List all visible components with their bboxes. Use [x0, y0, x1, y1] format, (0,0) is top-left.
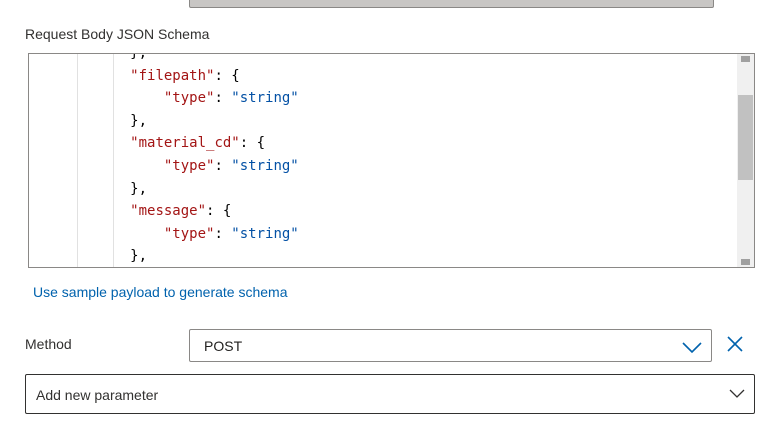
- json-punctuation: [29, 226, 164, 242]
- json-punctuation: :: [214, 90, 232, 107]
- json-punctuation: },: [29, 112, 148, 129]
- json-punctuation: },: [29, 248, 148, 265]
- code-line: "material_cd": {: [29, 132, 299, 155]
- json-key: "type": [163, 90, 215, 107]
- json-key: "type": [163, 225, 215, 242]
- json-punctuation: : {: [206, 203, 232, 220]
- scroll-thumb[interactable]: [738, 95, 753, 180]
- code-line: "type": "string": [29, 155, 299, 178]
- editor-scrollbar[interactable]: [737, 54, 754, 267]
- json-string: "string": [231, 225, 299, 242]
- json-punctuation: },: [29, 180, 148, 197]
- json-punctuation: [29, 158, 164, 174]
- scroll-down-arrow-icon[interactable]: [741, 259, 750, 265]
- json-key: "filepath": [130, 67, 215, 84]
- code-line: },: [29, 53, 299, 65]
- add-parameter-dropdown[interactable]: Add new parameter: [25, 374, 755, 414]
- json-key: "material_cd": [130, 135, 240, 152]
- schema-code[interactable]: }, "filepath": { "type": "string" }, "ma…: [29, 53, 299, 267]
- close-icon[interactable]: [725, 334, 745, 354]
- schema-editor[interactable]: }, "filepath": { "type": "string" }, "ma…: [28, 53, 755, 268]
- json-punctuation: : {: [214, 67, 240, 84]
- json-punctuation: [29, 68, 130, 84]
- code-line: },: [29, 245, 299, 267]
- code-line: },: [29, 178, 299, 201]
- code-line: "type": "string": [29, 87, 299, 110]
- scroll-up-arrow-icon[interactable]: [741, 56, 750, 62]
- chevron-down-icon: [682, 342, 702, 354]
- code-line: "filepath": {: [29, 65, 299, 88]
- code-line: "type": "string": [29, 223, 299, 246]
- method-dropdown[interactable]: POST: [189, 329, 712, 362]
- method-label: Method: [25, 336, 72, 352]
- code-line: },: [29, 110, 299, 133]
- schema-label: Request Body JSON Schema: [25, 26, 210, 42]
- json-key: "type": [163, 157, 215, 174]
- json-punctuation: [29, 90, 164, 106]
- method-value: POST: [204, 338, 243, 354]
- json-punctuation: [29, 203, 130, 219]
- json-punctuation: },: [29, 53, 148, 61]
- json-string: "string": [231, 90, 299, 107]
- previous-field[interactable]: [189, 0, 714, 8]
- code-line: "message": {: [29, 200, 299, 223]
- json-punctuation: : {: [239, 135, 266, 152]
- http-request-trigger-panel: Request Body JSON Schema }, "filepath": …: [0, 0, 777, 434]
- chevron-down-icon: [729, 389, 745, 398]
- json-punctuation: :: [214, 225, 232, 242]
- json-punctuation: [29, 135, 130, 151]
- generate-schema-link[interactable]: Use sample payload to generate schema: [33, 284, 287, 300]
- json-string: "string": [231, 157, 299, 174]
- json-key: "message": [130, 203, 207, 220]
- json-punctuation: :: [214, 157, 232, 174]
- add-parameter-label: Add new parameter: [36, 387, 159, 403]
